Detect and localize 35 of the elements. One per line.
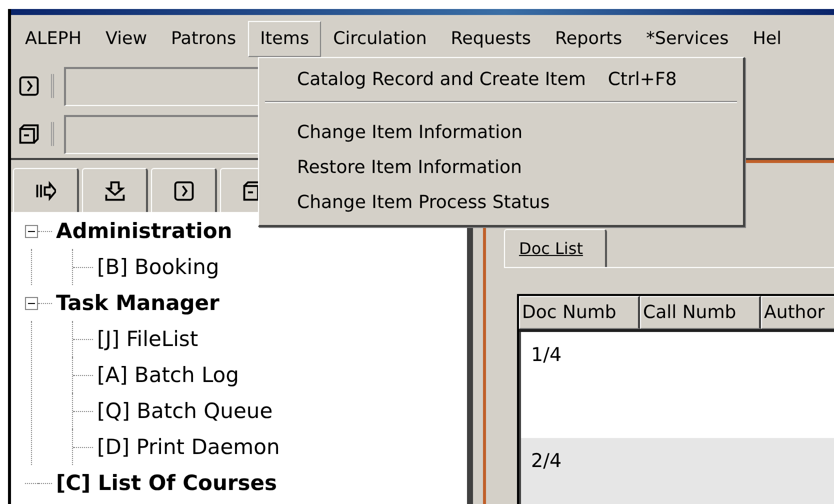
arrow-icon <box>36 180 56 200</box>
table-cell: 2/4 <box>531 450 562 472</box>
toolbar-button[interactable] <box>17 74 54 98</box>
column-header[interactable]: Call Numb <box>640 296 761 329</box>
menu-item[interactable]: Requests <box>438 20 543 56</box>
menu-item[interactable]: Patrons <box>159 20 248 56</box>
menu-item[interactable]: ALEPH <box>13 20 94 56</box>
menu-item[interactable]: Circulation <box>321 20 439 56</box>
collapse-icon[interactable] <box>25 296 38 310</box>
tree-item[interactable]: [A] Batch Log <box>97 363 239 387</box>
tree-item[interactable]: Task Manager <box>56 291 220 315</box>
shortcut-label: Ctrl+F8 <box>608 69 677 90</box>
menu-item[interactable]: Items <box>248 20 322 56</box>
download-icon <box>104 180 124 200</box>
tree-item[interactable]: [Q] Batch Queue <box>97 399 273 423</box>
tree-item[interactable]: [B] Booking <box>97 255 220 279</box>
menu-item[interactable]: Hel <box>740 20 794 56</box>
tree-item[interactable]: [J] FileList <box>97 327 198 351</box>
menu-item[interactable]: *Services <box>634 20 741 56</box>
table-row[interactable]: 2/4 <box>521 438 834 504</box>
menu-item[interactable]: Reports <box>543 20 634 56</box>
menu-item[interactable]: Change Item Process Status <box>259 185 743 220</box>
menu-item[interactable]: Catalog Record and Create Item Ctrl+F8 <box>259 62 743 97</box>
menu-item[interactable]: Change Item Information <box>259 115 743 150</box>
toolbar-button[interactable] <box>17 122 54 146</box>
menu-item[interactable]: View <box>94 20 160 56</box>
table-cell: 1/4 <box>531 344 562 366</box>
tree-item[interactable]: [D] Print Daemon <box>97 435 280 459</box>
collapse-icon[interactable] <box>25 224 38 238</box>
tree-item[interactable]: Administration <box>56 219 232 243</box>
column-header[interactable]: Doc Numb <box>519 296 640 329</box>
tab[interactable]: Doc List <box>504 229 607 267</box>
menu-item[interactable]: Restore Item Information <box>259 150 743 185</box>
column-header[interactable]: Author <box>761 296 834 329</box>
tree-item[interactable]: [C] List Of Courses <box>56 471 278 495</box>
